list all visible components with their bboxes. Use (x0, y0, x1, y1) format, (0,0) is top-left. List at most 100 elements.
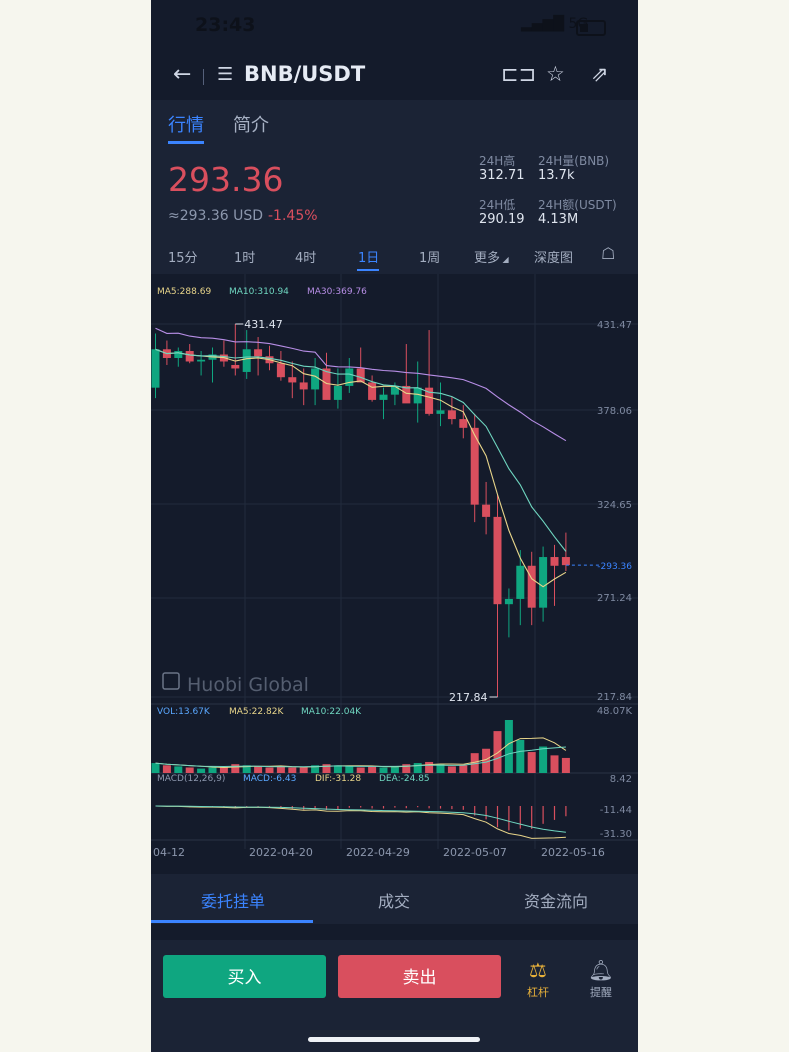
amount-value: 4.13M (538, 212, 579, 227)
volume-bar (459, 765, 468, 773)
volume-value: 13.7k (538, 168, 575, 183)
high-label: 24H高 (479, 154, 516, 168)
alert-button[interactable]: 🔔︎ 提醒 (581, 958, 621, 1000)
x-tick-label: 2022-04-29 (346, 846, 410, 859)
tab-indicator (168, 141, 204, 144)
period-more-label: 更多 (474, 251, 501, 266)
candle-body (504, 598, 513, 605)
period-selector: 15分 1时 4时 1日 1周 更多 ◢ 深度图 ☖ (151, 238, 638, 274)
period-1w[interactable]: 1周 (419, 247, 440, 266)
star-icon[interactable]: ☆ (546, 62, 565, 86)
high-value: 312.71 (479, 168, 525, 183)
vol-legend: VOL:13.67K (157, 707, 211, 717)
candle-body (550, 557, 559, 566)
candle-body (516, 565, 525, 599)
y-tick-label: 378.06 (597, 406, 632, 417)
y-tick-label: 217.84 (597, 692, 632, 703)
tab-capital-flow[interactable]: 资金流向 (524, 888, 588, 912)
tab-market[interactable]: 行情 (168, 111, 204, 137)
last-price: 293.36 (168, 160, 284, 199)
bell-icon: 🔔︎ (588, 958, 614, 982)
candle-body (231, 364, 240, 369)
candle-body (299, 382, 308, 390)
low-value: 290.19 (479, 212, 525, 227)
period-4h[interactable]: 4时 (295, 247, 316, 266)
kline-chart[interactable]: MA5:288.69 MA10:310.94 MA30:369.76 VOL:13.6… (151, 274, 638, 864)
volume-bar (516, 739, 525, 773)
split-view-icon[interactable]: ⊏⊐ (501, 62, 536, 86)
bottom-tabs: 委托挂单 成交 资金流向 (151, 874, 638, 924)
dea-legend: DEA:-24.85 (379, 774, 430, 784)
candle-body (333, 385, 342, 400)
candle-body (561, 557, 570, 566)
volume-bar (219, 767, 228, 773)
volume-bar (368, 766, 377, 773)
leverage-button[interactable]: ⚖ 杠杆 (518, 958, 558, 1000)
volume-bar (527, 752, 536, 773)
watermark-text: Huobi Global (187, 674, 309, 696)
dif-legend: DIF:-31.28 (315, 774, 361, 784)
volume-bar (185, 767, 194, 773)
volume-bar (254, 766, 263, 773)
content-tabs: 行情 简介 (151, 100, 638, 146)
y-tick-label: 431.47 (597, 320, 632, 331)
alert-label: 提醒 (590, 986, 612, 999)
volume-bar (550, 755, 559, 773)
tab-intro[interactable]: 简介 (233, 111, 269, 137)
volume-bar (356, 767, 365, 773)
volume-bar (151, 763, 160, 773)
volume-bar (231, 764, 240, 773)
candle-body (174, 351, 183, 358)
candle-body (288, 377, 297, 383)
candle-body (311, 368, 320, 390)
current-price-tag: -293.36 (597, 562, 632, 572)
candle-body (447, 410, 456, 420)
candle-body (482, 504, 491, 517)
chart-settings-icon[interactable]: ☖ (601, 244, 615, 263)
macd-tick-label: -11.44 (600, 805, 632, 816)
volume-label: 24H量(BNB) (538, 154, 610, 168)
ma10-legend: MA10:310.94 (229, 287, 289, 297)
price-change: -1.45% (268, 208, 318, 224)
sell-button[interactable]: 卖出 (338, 955, 501, 998)
macd-legend: MACD:-6.43 (243, 774, 296, 784)
candle-body (436, 410, 445, 414)
candle-body (276, 363, 285, 378)
period-more[interactable]: 更多 ◢ (474, 247, 509, 266)
buy-button[interactable]: 买入 (163, 955, 326, 998)
status-bar: 23:43 ▂▄▆█ 5G (151, 0, 638, 52)
scale-icon: ⚖ (529, 958, 547, 982)
x-tick-label: 2022-04-20 (249, 846, 313, 859)
usd-equivalent: ≈293.36 USD (168, 208, 264, 224)
trading-pair-title[interactable]: BNB/USDT (244, 62, 365, 86)
back-arrow-icon[interactable]: ← (173, 62, 191, 87)
candle-body (151, 349, 160, 388)
min-price-label: 217.84 (449, 691, 488, 704)
action-bar: 买入 卖出 ⚖ 杠杆 🔔︎ 提醒 (151, 940, 638, 1052)
period-1h[interactable]: 1时 (234, 247, 255, 266)
top-header: ← ☰ BNB/USDT ⊏⊐ ☆ ⇗ (151, 52, 638, 100)
vol-ma10-legend: MA10:22.04K (301, 707, 362, 717)
period-15m[interactable]: 15分 (168, 247, 198, 266)
volume-bar (345, 766, 354, 773)
x-tick-label: 04-12 (153, 846, 185, 859)
share-icon[interactable]: ⇗ (591, 62, 609, 86)
tab-trades[interactable]: 成交 (378, 888, 410, 912)
volume-bar (493, 731, 502, 773)
volume-bar (162, 765, 171, 773)
tab-orderbook[interactable]: 委托挂单 (201, 888, 265, 912)
volume-bar (425, 761, 434, 773)
depth-chart-button[interactable]: 深度图 (534, 247, 573, 266)
candle-body (493, 516, 502, 605)
candle-body (185, 351, 194, 362)
y-tick-label: 271.24 (597, 593, 632, 604)
candle-body (356, 368, 365, 383)
pair-list-icon[interactable]: ☰ (217, 64, 233, 85)
volume-bar (174, 766, 183, 773)
triangle-icon: ◢ (500, 255, 509, 264)
candle-body (254, 349, 263, 357)
volume-bar (539, 746, 548, 773)
period-1d[interactable]: 1日 (358, 247, 379, 266)
vol-ma5-legend: MA5:22.82K (229, 707, 284, 717)
candle-body (402, 385, 411, 404)
